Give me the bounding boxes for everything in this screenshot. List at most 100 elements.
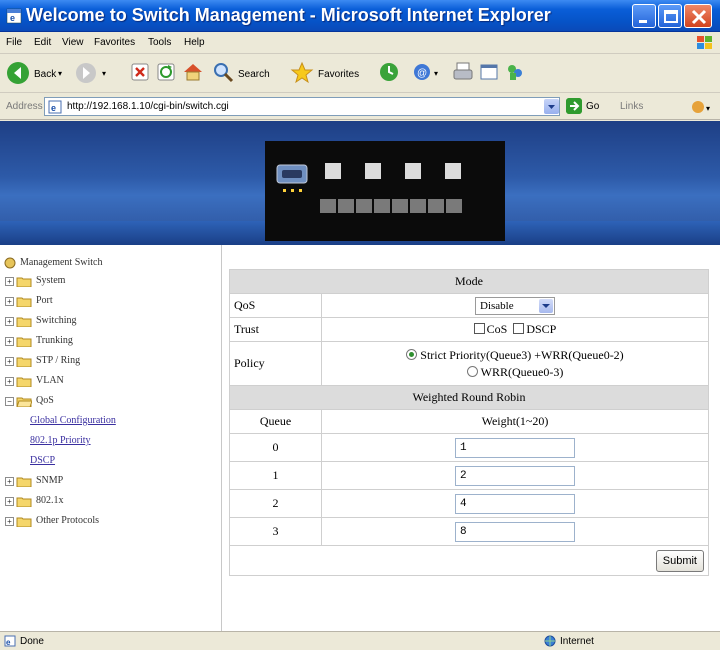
expand-icon[interactable]: +	[5, 317, 14, 326]
trust-label: Trust	[229, 317, 322, 342]
svg-text:@: @	[417, 68, 427, 79]
menu-favorites[interactable]: Favorites	[94, 37, 135, 48]
tree-item-label: Switching	[36, 315, 77, 326]
menu-file[interactable]: File	[6, 37, 22, 48]
expand-icon[interactable]: +	[5, 357, 14, 366]
close-button[interactable]	[684, 4, 712, 28]
folder-icon	[16, 357, 32, 367]
address-label: Address	[6, 101, 43, 112]
mode-header: Mode	[229, 269, 709, 294]
queue-column-header: Queue	[229, 409, 322, 434]
expand-icon[interactable]: +	[5, 497, 14, 506]
trust-dscp-checkbox[interactable]	[513, 323, 525, 334]
home-icon[interactable]	[182, 61, 204, 87]
svg-text:e: e	[51, 103, 56, 113]
folder-icon	[16, 297, 32, 307]
expand-icon[interactable]: +	[5, 377, 14, 386]
status-text: Done	[20, 636, 44, 647]
folder-icon	[16, 337, 32, 347]
edit-page-icon[interactable]	[478, 61, 500, 87]
queue-3-label: 3	[229, 517, 322, 546]
title-bar: e Welcome to Switch Management - Microso…	[0, 0, 720, 32]
menu-bar: File Edit View Favorites Tools Help	[0, 32, 720, 54]
expand-icon[interactable]: +	[5, 477, 14, 486]
messenger-icon[interactable]	[504, 61, 526, 87]
folder-icon	[16, 517, 32, 527]
trust-cos-label: CoS	[486, 322, 508, 336]
go-label: Go	[586, 101, 600, 112]
queue-0-label: 0	[229, 433, 322, 462]
forward-dropdown-icon[interactable]: ▾	[102, 69, 106, 78]
address-input[interactable]: e http://192.168.1.10/cgi-bin/switch.cgi	[44, 97, 560, 116]
qos-select[interactable]: Disable	[475, 296, 555, 315]
svg-text:e: e	[10, 13, 15, 23]
page-done-icon: e	[4, 635, 16, 647]
standard-toolbar: Back ▾ ▾ Search Favorites @ ▾	[0, 55, 720, 93]
close-icon	[691, 9, 707, 25]
switch-root-icon	[4, 257, 16, 269]
back-arrow-icon	[7, 62, 29, 84]
search-button[interactable]: Search	[212, 61, 282, 87]
queue-3-weight-input[interactable]: 8	[455, 521, 575, 542]
tree-item-label: QoS	[36, 395, 54, 406]
maximize-button[interactable]	[658, 4, 682, 28]
expand-icon[interactable]: +	[5, 297, 14, 306]
page-content: Management Switch + System + Port + Switching…	[0, 121, 720, 631]
expand-icon[interactable]: +	[5, 277, 14, 286]
chevron-down-icon	[548, 105, 555, 109]
tree-item-label: VLAN	[36, 375, 64, 386]
tree-item-label: Trunking	[36, 335, 73, 346]
queue-2-weight-input[interactable]: 4	[455, 493, 575, 514]
weight-column-header: Weight(1~20)	[321, 409, 709, 434]
policy-wrr-radio[interactable]	[466, 365, 478, 377]
policy-wrr-label: WRR(Queue0-3)	[480, 364, 564, 379]
menu-help[interactable]: Help	[184, 37, 205, 48]
ie-app-icon: e	[6, 8, 22, 24]
trust-cos-checkbox[interactable]	[473, 323, 485, 334]
qos-select-value: Disable	[480, 299, 514, 312]
tree-item-label: System	[36, 275, 66, 286]
back-label: Back	[34, 69, 57, 80]
favorites-button[interactable]: Favorites	[290, 61, 370, 87]
menu-tools[interactable]: Tools	[148, 37, 171, 48]
qos-link-802-1p-priority[interactable]: 802.1p Priority	[30, 435, 91, 446]
queue-0-weight-input[interactable]: 1	[455, 437, 575, 458]
switch-banner	[0, 121, 720, 245]
folder-icon	[16, 397, 32, 407]
submit-button[interactable]: Submit	[655, 549, 704, 572]
tree-root-label: Management Switch	[20, 257, 103, 268]
menu-view[interactable]: View	[62, 37, 84, 48]
links-button[interactable]: Links	[620, 101, 643, 112]
refresh-icon[interactable]	[156, 61, 178, 87]
back-dropdown-icon[interactable]: ▾	[58, 69, 62, 78]
back-button[interactable]: Back ▾	[6, 61, 68, 87]
policy-strict-radio[interactable]	[406, 348, 418, 360]
menu-edit[interactable]: Edit	[34, 37, 51, 48]
policy-strict-label: Strict Priority(Queue3) +WRR(Queue0-2)	[420, 347, 624, 362]
stop-icon[interactable]	[130, 61, 152, 87]
qos-link-dscp[interactable]: DSCP	[30, 455, 55, 466]
minimize-icon	[639, 20, 647, 23]
folder-icon	[16, 377, 32, 387]
maximize-icon	[664, 10, 678, 23]
browser-window: e Welcome to Switch Management - Microso…	[0, 0, 720, 650]
minimize-button[interactable]	[632, 4, 656, 28]
mail-icon[interactable]: @ ▾	[412, 61, 446, 87]
expand-icon[interactable]: +	[5, 337, 14, 346]
expand-icon[interactable]: +	[5, 517, 14, 526]
collapse-icon[interactable]: −	[5, 397, 14, 406]
queue-1-weight-input[interactable]: 2	[455, 465, 575, 486]
page-icon: e	[48, 100, 62, 114]
svg-text:▾: ▾	[706, 104, 710, 113]
tree-item-label: SNMP	[36, 475, 64, 486]
zone-text: Internet	[560, 636, 594, 647]
qos-link-global-configuration[interactable]: Global Configuration	[30, 415, 116, 426]
globe-icon	[544, 635, 556, 647]
wrr-header: Weighted Round Robin	[229, 385, 709, 410]
address-dropdown-button[interactable]	[544, 99, 559, 114]
toolbar-extension-icon[interactable]: ▾	[690, 99, 714, 115]
history-icon[interactable]	[378, 61, 400, 87]
go-button[interactable]: Go	[566, 98, 606, 116]
forward-button[interactable]: ▾	[74, 61, 110, 87]
print-icon[interactable]	[452, 61, 474, 87]
